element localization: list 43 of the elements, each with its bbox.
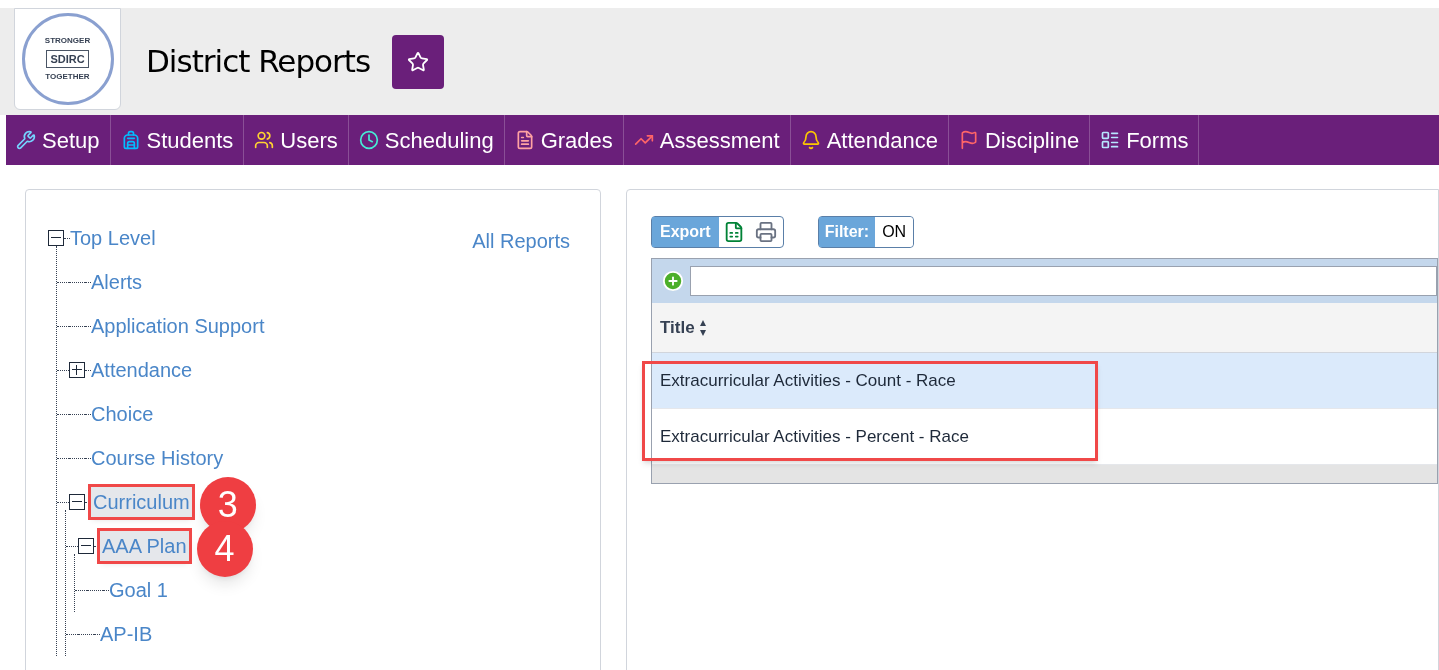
collapse-toggle[interactable] [78,538,94,554]
logo-text: SDIRC [46,49,89,69]
nav-item[interactable]: Grades [504,115,624,165]
wrench-icon [16,130,36,150]
column-header[interactable]: Title [660,314,695,341]
callout-badge: 4 [196,521,253,577]
nav-item[interactable]: Setup [6,115,111,165]
collapse-toggle[interactable] [48,230,64,246]
tree-item[interactable]: Choice [91,399,154,429]
tree-item[interactable]: Attendance [91,355,193,385]
star-icon [407,50,430,73]
sort-icon[interactable] [698,318,707,337]
all-reports-link[interactable]: All Reports [472,226,570,256]
nav-item[interactable]: Students [110,115,245,165]
expand-toggle[interactable] [69,362,85,378]
nav-item[interactable]: Forms [1090,115,1200,165]
tree-item[interactable]: Goal 1 [109,575,168,605]
filter-label: Filter: [818,217,876,247]
table-row[interactable]: Extracurricular Activities - Count - Race [652,353,1437,409]
tree-item[interactable]: Top Level [70,223,156,253]
report-title: Extracurricular Activities - Percent - Race [660,425,969,448]
page-title: District Reports [146,42,371,82]
collapse-toggle[interactable] [69,494,85,510]
favorite-button[interactable] [392,34,445,89]
table-row[interactable]: Extracurricular Activities - Percent - Race [652,409,1437,465]
bell-icon [800,130,821,150]
tree-item[interactable]: Course History [91,443,224,473]
tree-item[interactable]: AP-IB [100,619,153,649]
tree-item[interactable]: Alerts [91,267,143,297]
add-icon[interactable] [662,270,684,292]
nav-item[interactable]: Users [244,115,349,165]
report-title: Extracurricular Activities - Count - Race [660,369,956,392]
form-icon [1100,130,1121,150]
nav-item[interactable]: Discipline [948,115,1091,165]
people-icon [254,130,275,150]
clock-icon [358,130,379,150]
logo-text: TOGETHER [45,71,90,84]
nav-item[interactable]: Assessment [623,115,791,165]
filter-input[interactable] [690,266,1437,296]
tree-item[interactable]: Application Support [91,311,265,341]
logo-text: STRONGER [44,34,91,47]
nav-item[interactable]: Attendance [790,115,949,165]
nav-item[interactable]: Scheduling [348,115,505,165]
